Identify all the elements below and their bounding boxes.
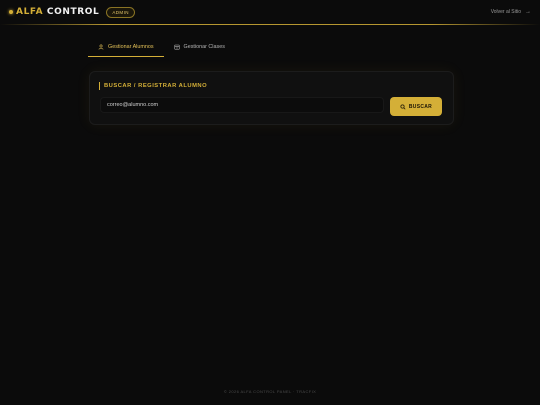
logo-rest: CONTROL	[46, 7, 100, 17]
search-panel: BUSCAR / REGISTRAR ALUMNO correo@alumno.…	[89, 71, 454, 125]
logo-dot-icon	[9, 10, 13, 14]
panel-title: BUSCAR / REGISTRAR ALUMNO	[99, 82, 207, 90]
search-input-value: correo@alumno.com	[107, 102, 159, 108]
back-to-site-link[interactable]: Volver al Sitio →	[491, 9, 531, 15]
search-icon	[400, 103, 406, 110]
calendar-icon	[173, 44, 180, 50]
tab-gestionar-clases[interactable]: Gestionar Clases	[164, 37, 235, 57]
top-bar: ALFA CONTROL ADMIN Volver al Sitio →	[0, 0, 540, 24]
logo[interactable]: ALFA CONTROL	[16, 7, 99, 17]
admin-badge: ADMIN	[106, 6, 135, 18]
user-icon	[98, 44, 104, 50]
search-button-label: BUSCAR	[408, 103, 433, 110]
tab-label: Gestionar Alumnos	[108, 43, 154, 50]
tab-label: Gestionar Clases	[183, 44, 225, 50]
arrow-right-icon: →	[525, 9, 531, 15]
search-button[interactable]: BUSCAR	[390, 97, 442, 116]
tab-gestionar-alumnos[interactable]: Gestionar Alumnos	[88, 37, 164, 57]
header-divider	[0, 24, 540, 25]
back-link-label: Volver al Sitio	[490, 9, 521, 15]
search-input[interactable]: correo@alumno.com	[100, 97, 384, 113]
tabs: Gestionar Alumnos Gestionar Clases	[88, 37, 235, 57]
logo-accent: ALFA	[16, 7, 44, 17]
footer: © 2026 ALFA CONTROL PANEL · TRACFIX	[223, 389, 317, 394]
